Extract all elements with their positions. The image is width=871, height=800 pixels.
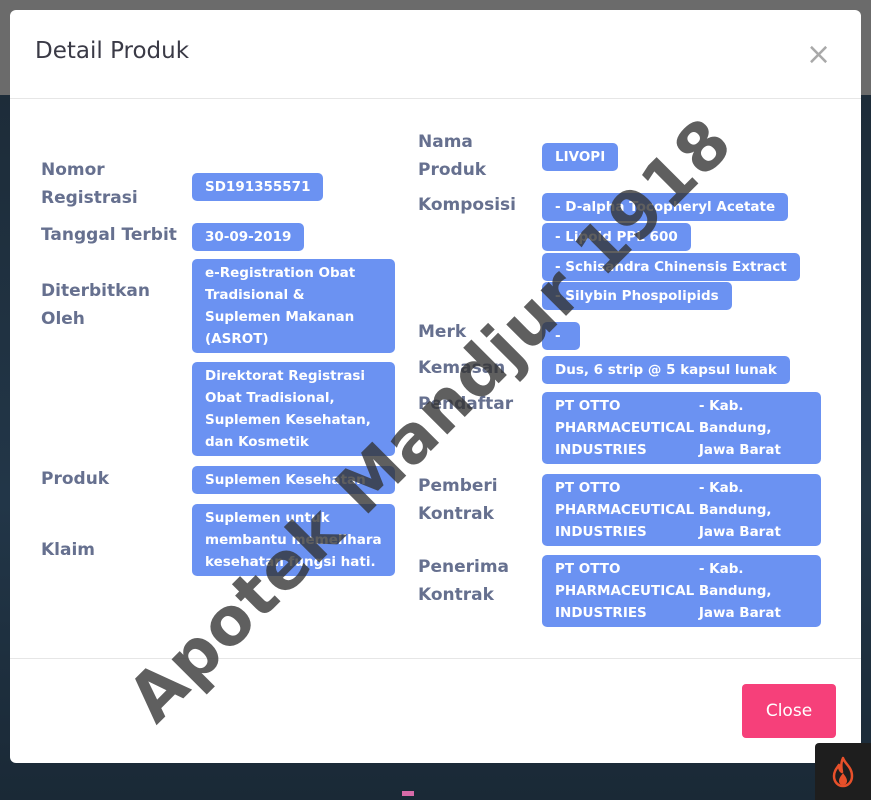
tanggal-terbit-label: Tanggal Terbit	[41, 225, 177, 245]
produk-value: Suplemen Kesehatan	[192, 466, 395, 494]
diterbitkan-oleh-label: Diterbitkan Oleh	[41, 281, 150, 329]
product-detail-modal: Detail Produk × Nomor Registrasi SD19135…	[10, 10, 861, 763]
penerima-kontrak-value: PT OTTO PHARMACEUTICAL INDUSTRIES - Kab.…	[542, 555, 821, 627]
decorative-dots	[402, 791, 414, 796]
pendaftar-label: Pendaftar	[418, 394, 514, 414]
nomor-registrasi-label: Nomor Registrasi	[41, 160, 138, 208]
komposisi-label: Komposisi	[418, 195, 517, 215]
klaim-value: Suplemen untuk membantu memelihara keseh…	[192, 504, 395, 576]
kemasan-value: Dus, 6 strip @ 5 kapsul lunak	[542, 356, 790, 384]
footer-divider	[10, 658, 861, 659]
merk-value: -	[542, 322, 580, 350]
komposisi-item: - Lipoid PPL 600	[542, 223, 691, 251]
pendaftar-value: PT OTTO PHARMACEUTICAL INDUSTRIES - Kab.…	[542, 392, 821, 464]
penerima-kontrak-label: Penerima Kontrak	[418, 557, 510, 605]
diterbitkan-oleh-value: e-Registration Obat Tradisional & Suplem…	[192, 259, 395, 353]
modal-title: Detail Produk	[35, 38, 190, 64]
penerima-kontrak-name: PT OTTO PHARMACEUTICAL INDUSTRIES	[555, 561, 695, 621]
nomor-registrasi-value: SD191355571	[192, 173, 324, 201]
komposisi-item: - D-alpha Tocopheryl Acetate	[542, 193, 789, 221]
modal-header: Detail Produk ×	[10, 10, 861, 99]
close-icon[interactable]: ×	[806, 40, 831, 70]
pemberi-kontrak-label: Pemberi Kontrak	[418, 476, 498, 524]
pemberi-kontrak-location: - Kab. Bandung, Jawa Barat	[698, 480, 781, 540]
pemberi-kontrak-name: PT OTTO PHARMACEUTICAL INDUSTRIES	[555, 480, 695, 540]
merk-label: Merk	[418, 322, 467, 342]
penerima-kontrak-location: - Kab. Bandung, Jawa Barat	[698, 561, 781, 621]
klaim-label: Klaim	[41, 540, 96, 560]
komposisi-item: - Schisandra Chinensis Extract	[542, 253, 800, 281]
pendaftar-location: - Kab. Bandung, Jawa Barat	[698, 398, 781, 458]
close-button[interactable]: Close	[742, 684, 836, 738]
nama-produk-label: Nama Produk	[418, 132, 487, 180]
produk-label: Produk	[41, 469, 110, 489]
komposisi-item: - Silybin Phospolipids	[542, 282, 732, 310]
kemasan-label: Kemasan	[418, 358, 506, 378]
pendaftar-name: PT OTTO PHARMACEUTICAL INDUSTRIES	[555, 398, 695, 458]
fire-icon-button[interactable]	[815, 743, 871, 800]
diterbitkan-oleh-value: Direktorat Registrasi Obat Tradisional, …	[192, 362, 395, 456]
tanggal-terbit-value: 30-09-2019	[192, 223, 305, 251]
fire-icon	[832, 756, 854, 788]
pemberi-kontrak-value: PT OTTO PHARMACEUTICAL INDUSTRIES - Kab.…	[542, 474, 821, 546]
nama-produk-value: LIVOPI	[542, 143, 619, 171]
